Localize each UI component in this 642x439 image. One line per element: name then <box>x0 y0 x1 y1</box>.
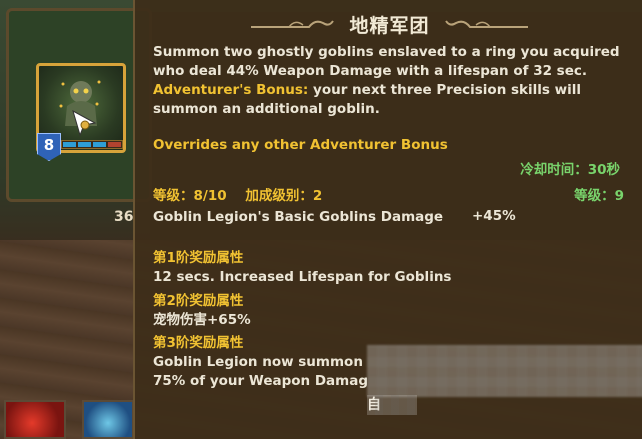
boost-label: 加成级别： <box>245 188 313 204</box>
basic-goblins-damage-value: +45% <box>472 208 516 224</box>
level-value: 8/10 <box>193 188 227 204</box>
cooldown: 冷却时间：30秒 <box>520 158 620 178</box>
skill-description: Summon two ghostly goblins enslaved to a… <box>153 43 623 119</box>
overrides-note: Overrides any other Adventurer Bonus <box>153 137 448 153</box>
boost-value: 2 <box>312 188 323 204</box>
blue-skill-slot[interactable] <box>82 400 134 439</box>
progress-segment-empty <box>108 142 121 147</box>
progress-segment <box>63 142 76 147</box>
required-level-label: 等级： <box>574 188 615 204</box>
pixelated-redaction <box>367 345 642 397</box>
level-label: 等级： <box>153 188 194 204</box>
skill-tooltip: 地精军团 Summon two ghostly goblins enslaved… <box>133 0 642 439</box>
cooldown-value: 30秒 <box>587 162 620 178</box>
description-text: Summon two ghostly goblins enslaved to a… <box>153 44 620 79</box>
pixelated-redaction-small <box>367 395 417 415</box>
required-level-value: 9 <box>614 188 624 204</box>
title-ornament-left-icon <box>251 20 335 28</box>
tier-3-text-line-2: 75% of your Weapon Damag <box>153 373 368 389</box>
required-level: 等级：9 <box>574 184 624 204</box>
skill-title: 地精军团 <box>349 14 430 37</box>
tier-2-text: 宠物伤害+65% <box>153 312 251 328</box>
cooldown-label: 冷却时间： <box>520 162 588 178</box>
tier-3-text-line-1: Goblin Legion now summon <box>153 354 363 370</box>
progress-segment <box>93 142 106 147</box>
adventurer-bonus-label: Adventurer's Bonus: <box>153 82 309 98</box>
cursor-pointer-icon <box>72 109 97 137</box>
tooltip-title-bar: 地精军团 <box>135 8 642 40</box>
tier-1-text: 12 secs. Increased Lifespan for Goblins <box>153 269 452 285</box>
progress-segment <box>78 142 91 147</box>
tier-1-heading: 第1阶奖励属性 <box>153 250 244 266</box>
basic-goblins-damage: Goblin Legion's Basic Goblins Damage <box>153 209 444 225</box>
title-ornament-right-icon <box>444 20 528 28</box>
background-number: 36 <box>114 209 134 225</box>
red-skill-slot[interactable] <box>4 400 66 439</box>
skill-progress-bar <box>61 140 123 149</box>
skill-level-row: 等级：8/10 加成级别：2 <box>153 184 322 204</box>
tier-3-heading: 第3阶奖励属性 <box>153 335 244 351</box>
tier-2-heading: 第2阶奖励属性 <box>153 293 244 309</box>
